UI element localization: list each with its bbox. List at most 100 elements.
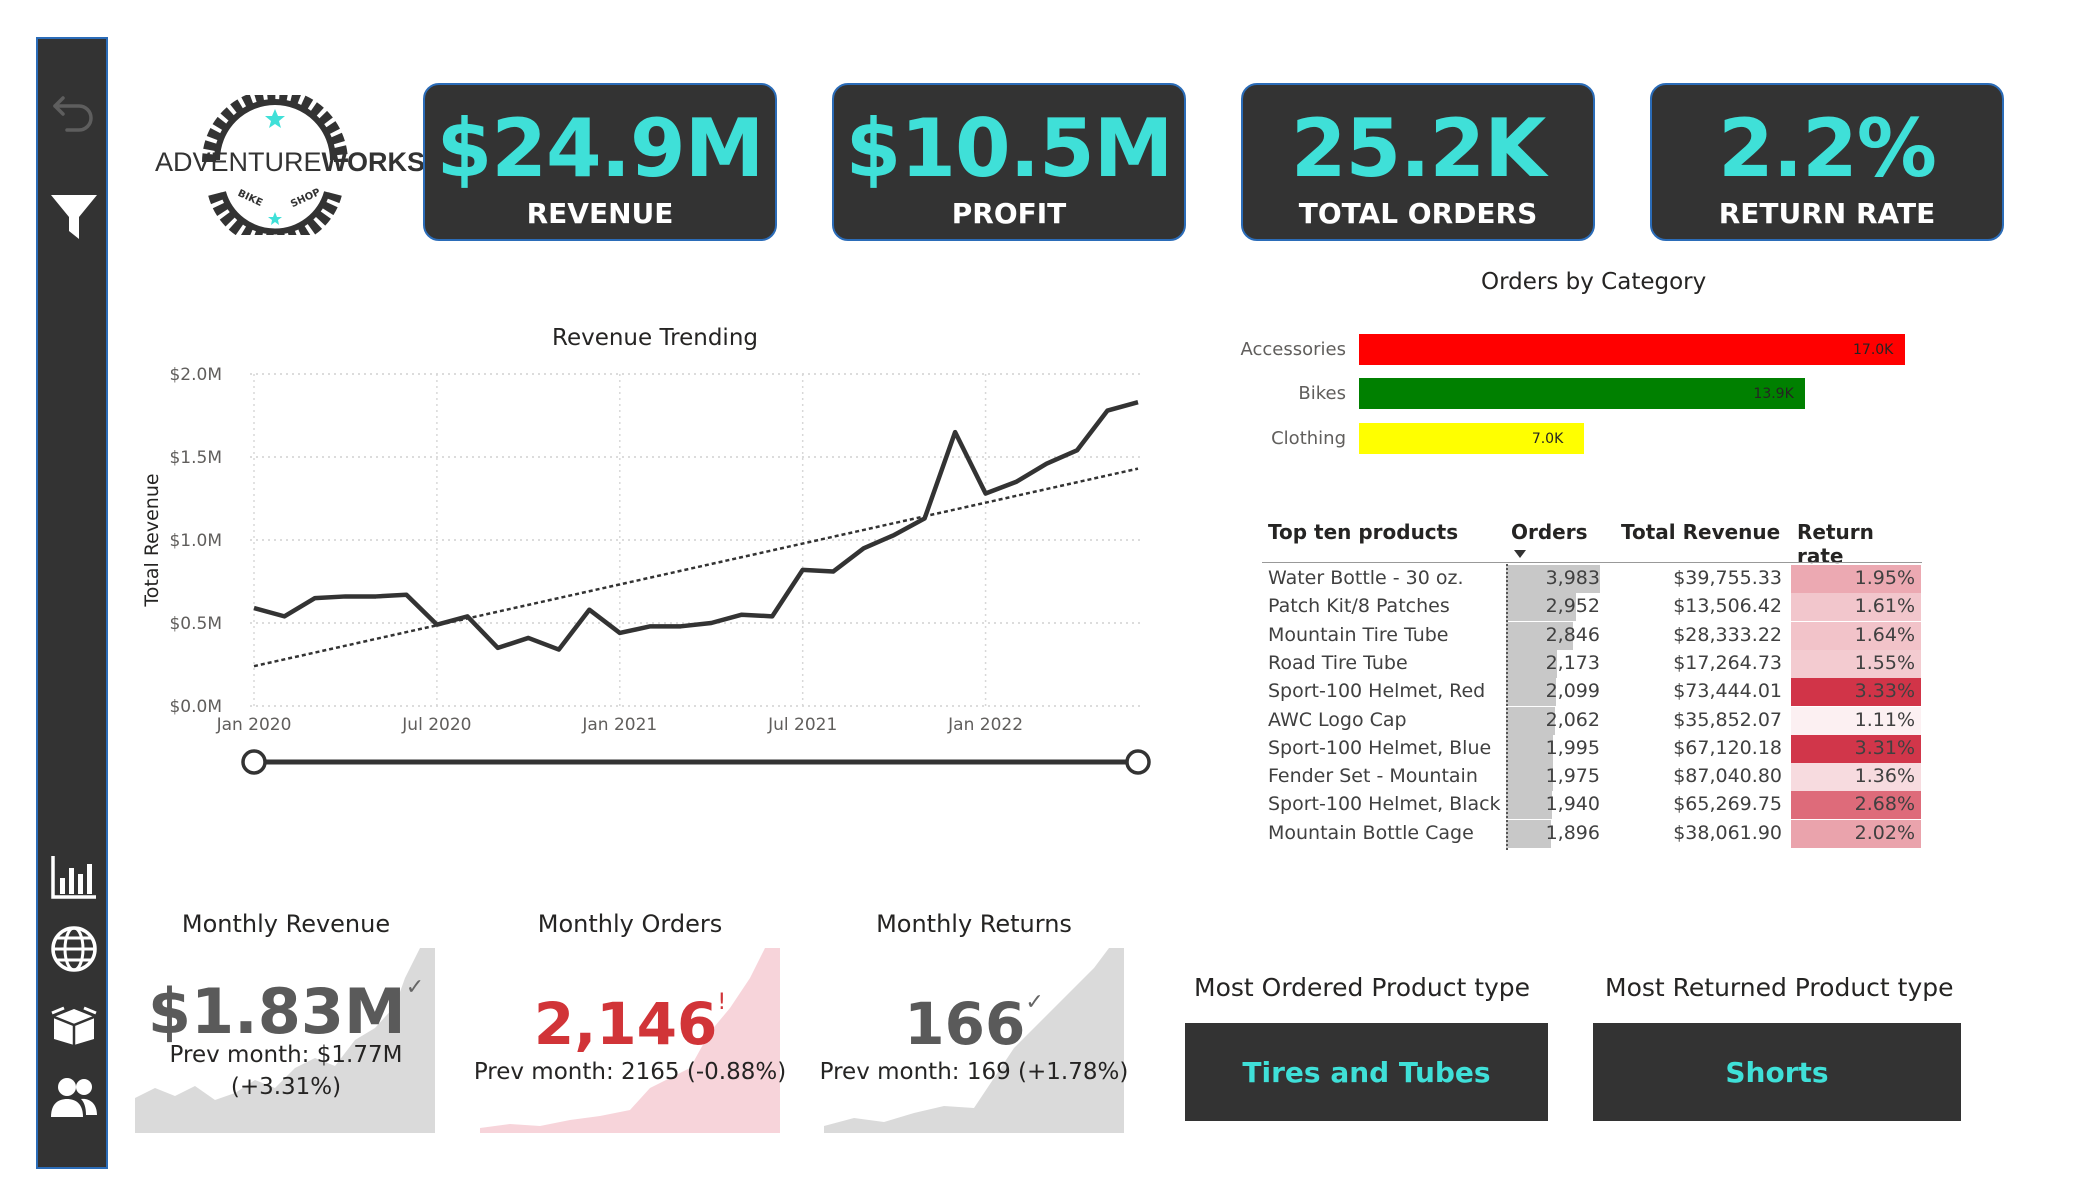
return-rate-cell: 3.31%: [1791, 734, 1921, 763]
monthly-revenue-change: (+3.31%): [230, 1074, 342, 1100]
return-rate-cell: 2.02%: [1791, 819, 1921, 848]
column-header-total-revenue[interactable]: Total Revenue: [1621, 520, 1780, 544]
table-row[interactable]: Water Bottle - 30 oz. 3,983 $39,755.33 1.95…: [1262, 565, 1922, 593]
revenue-cell: $39,755.33: [1673, 567, 1782, 589]
product-name-cell: Water Bottle - 30 oz.: [1268, 567, 1464, 589]
column-header-product[interactable]: Top ten products: [1268, 520, 1458, 544]
y-tick-label: $1.5M: [169, 448, 222, 468]
x-tick-label: Jan 2020: [216, 715, 292, 735]
y-tick-label: $0.0M: [169, 697, 222, 717]
table-row[interactable]: AWC Logo Cap 2,062 $35,852.07 1.11%: [1262, 706, 1922, 735]
orders-cell: 1,940: [1545, 793, 1600, 816]
product-name-cell: Sport-100 Helmet, Red: [1268, 680, 1486, 703]
most-returned-value: Shorts: [1593, 1023, 1961, 1121]
revenue-cell: $73,444.01: [1673, 680, 1782, 703]
x-tick-label: Jan 2022: [947, 715, 1023, 735]
kpi-label: REVENUE: [526, 197, 674, 230]
x-tick-label: Jan 2021: [581, 715, 657, 735]
kpi-value: 25.2K: [1290, 102, 1546, 195]
monthly-revenue-title: Monthly Revenue: [181, 910, 391, 938]
kpi-card-return-rate: 2.2% RETURN RATE: [1650, 83, 2004, 241]
y-tick-label: $0.5M: [169, 614, 222, 634]
trend-line: [253, 467, 1139, 668]
table-row[interactable]: Mountain Tire Tube 2,846 $28,333.22 1.64%: [1262, 621, 1922, 650]
y-tick-label: $2.0M: [169, 365, 222, 385]
revenue-cell: $28,333.22: [1673, 623, 1782, 646]
sort-desc-icon: [1514, 550, 1526, 558]
most-ordered-value: Tires and Tubes: [1185, 1023, 1548, 1121]
table-row[interactable]: Sport-100 Helmet, Blue 1,995 $67,120.18 3.3…: [1262, 734, 1922, 763]
table-row[interactable]: Mountain Bottle Cage 1,896 $38,061.90 2.02%: [1262, 819, 1922, 848]
monthly-returns-value: 166✓: [904, 990, 1044, 1058]
revenue-cell: $17,264.73: [1673, 651, 1782, 674]
column-header-orders[interactable]: Orders: [1511, 520, 1588, 544]
table-row[interactable]: Fender Set - Mountain 1,975 $87,040.80 1.36…: [1262, 763, 1922, 792]
monthly-returns-prev: Prev month: 169 (+1.78%): [819, 1059, 1129, 1085]
orders-by-category-title: Orders by Category: [1481, 269, 1707, 295]
orders-cell: 3,983: [1545, 567, 1600, 589]
revenue-cell: $67,120.18: [1673, 736, 1782, 759]
orders-cell: 2,952: [1545, 595, 1600, 618]
orders-cell: 2,846: [1545, 623, 1600, 646]
product-name-cell: Sport-100 Helmet, Blue: [1268, 736, 1492, 759]
revenue-cell: $13,506.42: [1673, 595, 1782, 618]
navigation-sidebar: [36, 37, 108, 1169]
return-rate-cell: 3.33%: [1791, 678, 1921, 707]
monthly-revenue-value: $1.83M✓: [147, 975, 425, 1048]
kpi-value: 2.2%: [1718, 102, 1937, 195]
most-ordered-title: Most Ordered Product type: [1194, 973, 1531, 1002]
return-rate-cell: 1.55%: [1791, 649, 1921, 678]
category-bar-accessories[interactable]: [1359, 334, 1905, 365]
product-name-cell: AWC Logo Cap: [1268, 708, 1407, 731]
category-value: 13.9K: [1753, 386, 1794, 402]
category-bar-bikes[interactable]: [1359, 378, 1806, 409]
kpi-value: $10.5M: [845, 102, 1174, 195]
box-icon[interactable]: [46, 997, 102, 1053]
orders-cell: 2,099: [1545, 680, 1600, 703]
date-range-slider[interactable]: [241, 749, 1151, 775]
kpi-card-total-orders: 25.2K TOTAL ORDERS: [1241, 83, 1595, 241]
kpi-label: PROFIT: [951, 197, 1067, 230]
kpi-value: $24.9M: [436, 102, 765, 195]
revenue-trend-title: Revenue Trending: [552, 325, 758, 351]
alert-icon: !: [717, 990, 727, 1015]
slider-end-handle[interactable]: [1125, 749, 1151, 775]
y-axis-label: Total Revenue: [141, 473, 163, 607]
return-rate-cell: 1.95%: [1791, 565, 1921, 593]
filter-icon[interactable]: [46, 189, 102, 245]
category-value: 7.0K: [1531, 431, 1564, 447]
return-rate-cell: 1.11%: [1791, 706, 1921, 735]
product-name-cell: Sport-100 Helmet, Black: [1268, 793, 1501, 816]
table-row[interactable]: Patch Kit/8 Patches 2,952 $13,506.42 1.61%: [1262, 593, 1922, 622]
revenue-cell: $65,269.75: [1673, 793, 1782, 816]
return-rate-cell: 1.36%: [1791, 763, 1921, 792]
logo-wordmark: ADVENTUREWORKS: [155, 147, 426, 177]
return-rate-cell: 2.68%: [1791, 791, 1921, 820]
adventureworks-logo: ADVENTUREWORKS BIKE SHOP: [155, 95, 426, 235]
table-row[interactable]: Sport-100 Helmet, Red 2,099 $73,444.01 3.33…: [1262, 678, 1922, 707]
back-arrow-icon[interactable]: [46, 83, 102, 139]
table-row[interactable]: Sport-100 Helmet, Black 1,940 $65,269.75 2.…: [1262, 791, 1922, 820]
column-header-return-rate[interactable]: Return rate: [1797, 520, 1922, 568]
orders-cell: 1,995: [1545, 736, 1600, 759]
orders-cell: 1,975: [1545, 765, 1600, 788]
table-row[interactable]: Road Tire Tube 2,173 $17,264.73 1.55%: [1262, 649, 1922, 678]
monthly-orders-title: Monthly Orders: [537, 910, 723, 938]
revenue-cell: $38,061.90: [1673, 821, 1782, 844]
kpi-card-revenue: $24.9M REVENUE: [423, 83, 777, 241]
kpi-label: TOTAL ORDERS: [1298, 197, 1538, 230]
monthly-orders-prev: Prev month: 2165 (-0.88%): [473, 1059, 787, 1085]
bar-chart-icon[interactable]: [46, 849, 102, 905]
monthly-orders-value: 2,146!: [533, 990, 727, 1058]
globe-icon[interactable]: [46, 921, 102, 977]
product-name-cell: Road Tire Tube: [1268, 651, 1408, 674]
product-name-cell: Fender Set - Mountain: [1268, 765, 1478, 788]
return-rate-cell: 1.64%: [1791, 621, 1921, 650]
revenue-line[interactable]: [253, 400, 1139, 652]
revenue-trend-chart[interactable]: Total Revenue $0.0M$0.5M$1.0M$1.5M$2.0M …: [130, 350, 1170, 790]
check-icon: ✓: [405, 975, 425, 1000]
revenue-cell: $35,852.07: [1673, 708, 1782, 731]
kpi-label: RETURN RATE: [1718, 197, 1936, 230]
slider-start-handle[interactable]: [241, 749, 267, 775]
users-icon[interactable]: [46, 1069, 102, 1125]
